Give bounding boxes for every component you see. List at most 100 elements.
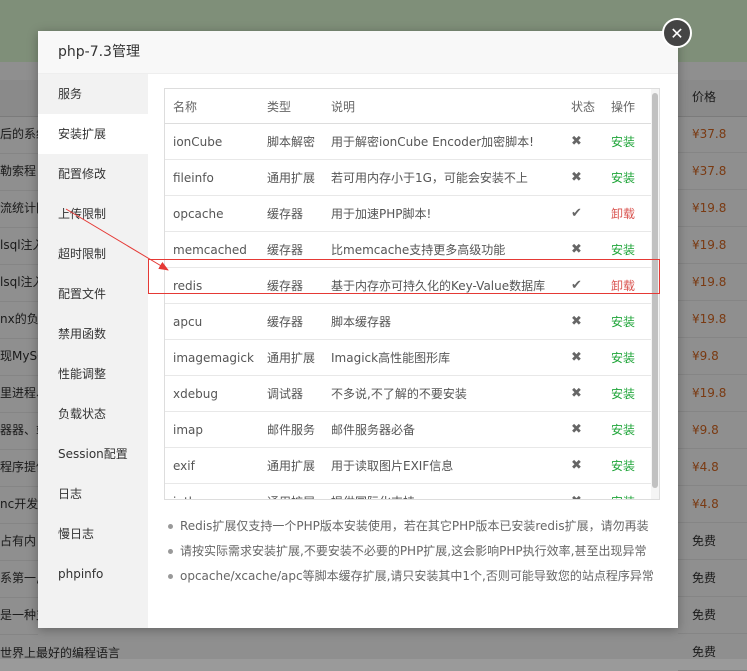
ext-type-cell: 脚本解密: [267, 135, 316, 149]
sidebar-item[interactable]: 配置修改: [38, 154, 148, 194]
ext-desc-cell: 用于读取图片EXIF信息: [331, 459, 454, 473]
background-left-column: 后的系统勒索程流统计网lsql注入lsql注入nx的负现MySQ里进程、器器、站…: [0, 116, 38, 659]
table-cell: 安装: [603, 159, 651, 196]
background-left-row: 后的系统: [0, 116, 38, 154]
background-left-row: nx的负: [0, 301, 38, 339]
background-left-row: 里进程、: [0, 375, 38, 413]
sidebar-item[interactable]: 禁用函数: [38, 314, 148, 354]
col-header-desc: 说明: [323, 89, 563, 124]
sidebar-item[interactable]: 超时限制: [38, 234, 148, 274]
install-link[interactable]: 安装: [611, 423, 635, 437]
ext-name-cell: fileinfo: [173, 170, 214, 185]
col-header-status: 状态: [563, 89, 603, 124]
sidebar-item[interactable]: 安装扩展: [38, 114, 148, 154]
dialog-sidebar: 服务 安装扩展 配置修改 上传限制 超时限制 配置文件 禁用函数 性能调整 负载状态 Sessio…: [38, 74, 148, 628]
table-cell: ✖: [563, 303, 603, 340]
background-bottom-text: 世界上最好的编程语言: [0, 646, 121, 660]
background-left-row: lsql注入: [0, 264, 38, 302]
col-header-op: 操作: [603, 89, 651, 124]
background-price-cell: 免费: [678, 634, 747, 671]
ext-name-cell: imagemagick: [173, 350, 254, 365]
background-left-row: 器器、站: [0, 412, 38, 450]
sidebar-item[interactable]: 上传限制: [38, 194, 148, 234]
install-link[interactable]: 安装: [611, 351, 635, 365]
ext-type-cell: 通用扩展: [267, 171, 316, 185]
dialog-content: 名称 类型 说明 状态 操作 ionCube 脚本解密 用于解密ionCube En…: [148, 74, 678, 628]
extensions-table-container: 名称 类型 说明 状态 操作 ionCube 脚本解密 用于解密ionCube En…: [164, 88, 660, 500]
table-cell: 缓存器: [259, 303, 323, 340]
table-cell: 安装: [603, 339, 651, 376]
not-installed-x-icon: ✖: [571, 494, 582, 499]
sidebar-item[interactable]: phpinfo: [38, 554, 148, 594]
table-cell: fileinfo: [165, 159, 259, 196]
table-cell: ✖: [563, 483, 603, 499]
table-cell: 安装: [603, 375, 651, 412]
table-cell: ✖: [563, 447, 603, 484]
ext-desc-cell: 比memcache支持更多高级功能: [331, 243, 506, 257]
table-row: apcu 缓存器 脚本缓存器 ✖ 安装: [165, 303, 651, 340]
table-cell: 安装: [603, 447, 651, 484]
col-header-type: 类型: [259, 89, 323, 124]
ext-type-cell: 通用扩展: [267, 351, 316, 365]
not-installed-x-icon: ✖: [571, 458, 582, 473]
not-installed-x-icon: ✖: [571, 242, 582, 257]
ext-name-cell: xdebug: [173, 386, 218, 401]
sidebar-item[interactable]: 慢日志: [38, 514, 148, 554]
background-left-row: lsql注入: [0, 227, 38, 265]
table-cell: 安装: [603, 483, 651, 499]
install-link[interactable]: 安装: [611, 315, 635, 329]
table-cell: imagemagick: [165, 339, 259, 376]
background-price-cell: ¥19.8: [678, 301, 747, 338]
sidebar-item[interactable]: 性能调整: [38, 354, 148, 394]
table-header-row: 名称 类型 说明 状态 操作: [165, 89, 651, 124]
php-manage-dialog: php-7.3管理 服务 安装扩展 配置修改 上传限制 超时限制 配置文件 禁用函数 性能调整…: [38, 31, 678, 628]
table-cell: Imagick高性能图形库: [323, 339, 563, 376]
table-cell: 邮件服务: [259, 411, 323, 448]
table-cell: 邮件服务器必备: [323, 411, 563, 448]
not-installed-x-icon: ✖: [571, 350, 582, 365]
redis-highlight-box: [148, 259, 660, 294]
table-scrollbar[interactable]: [651, 89, 659, 499]
table-row: exif 通用扩展 用于读取图片EXIF信息 ✖ 安装: [165, 447, 651, 484]
table-cell: apcu: [165, 303, 259, 340]
ext-type-cell: 缓存器: [267, 207, 304, 221]
not-installed-x-icon: ✖: [571, 170, 582, 185]
ext-name-cell: ionCube: [173, 134, 223, 149]
background-price-cell: ¥37.8: [678, 153, 747, 190]
ext-desc-cell: Imagick高性能图形库: [331, 351, 451, 365]
install-link[interactable]: 安装: [611, 135, 635, 149]
background-price-column: ¥37.8 ¥37.8 ¥19.8 ¥19.8 ¥19.8 ¥19.8 ¥9.8 ¥19.8 ¥…: [678, 80, 747, 671]
install-link[interactable]: 安装: [611, 243, 635, 257]
note-item: Redis扩展仅支持一个PHP版本安装使用，若在其它PHP版本已安装redis扩…: [164, 514, 664, 539]
table-row: xdebug 调试器 不多说,不了解的不要安装 ✖ 安装: [165, 375, 651, 412]
uninstall-link[interactable]: 卸载: [611, 207, 635, 221]
table-cell: 用于解密ionCube Encoder加密脚本!: [323, 123, 563, 160]
table-cell: 提供国际化支持: [323, 483, 563, 499]
install-link[interactable]: 安装: [611, 171, 635, 185]
table-row: imap 邮件服务 邮件服务器必备 ✖ 安装: [165, 411, 651, 448]
background-left-row: 勒索程: [0, 153, 38, 191]
ext-name-cell: opcache: [173, 206, 224, 221]
close-dialog-button[interactable]: ✕: [662, 18, 692, 48]
table-cell: ✖: [563, 411, 603, 448]
install-link[interactable]: 安装: [611, 387, 635, 401]
dialog-title: php-7.3管理: [38, 31, 678, 74]
ext-name-cell: apcu: [173, 314, 203, 329]
ext-desc-cell: 脚本缓存器: [331, 315, 392, 329]
install-link[interactable]: 安装: [611, 495, 635, 499]
sidebar-item[interactable]: 配置文件: [38, 274, 148, 314]
ext-desc-cell: 若可用内存小于1G，可能会安装不上: [331, 171, 528, 185]
table-cell: 用于加速PHP脚本!: [323, 195, 563, 232]
sidebar-item[interactable]: Session配置: [38, 434, 148, 474]
table-cell: xdebug: [165, 375, 259, 412]
install-link[interactable]: 安装: [611, 459, 635, 473]
installed-check-icon: ✔: [571, 206, 582, 221]
sidebar-item[interactable]: 服务: [38, 74, 148, 114]
background-left-row: 系第一,: [0, 560, 38, 598]
ext-desc-cell: 用于解密ionCube Encoder加密脚本!: [331, 135, 534, 149]
background-price-cell: ¥4.8: [678, 449, 747, 486]
sidebar-item[interactable]: 日志: [38, 474, 148, 514]
sidebar-item[interactable]: 负载状态: [38, 394, 148, 434]
table-cell: 不多说,不了解的不要安装: [323, 375, 563, 412]
background-price-cell: ¥19.8: [678, 227, 747, 264]
